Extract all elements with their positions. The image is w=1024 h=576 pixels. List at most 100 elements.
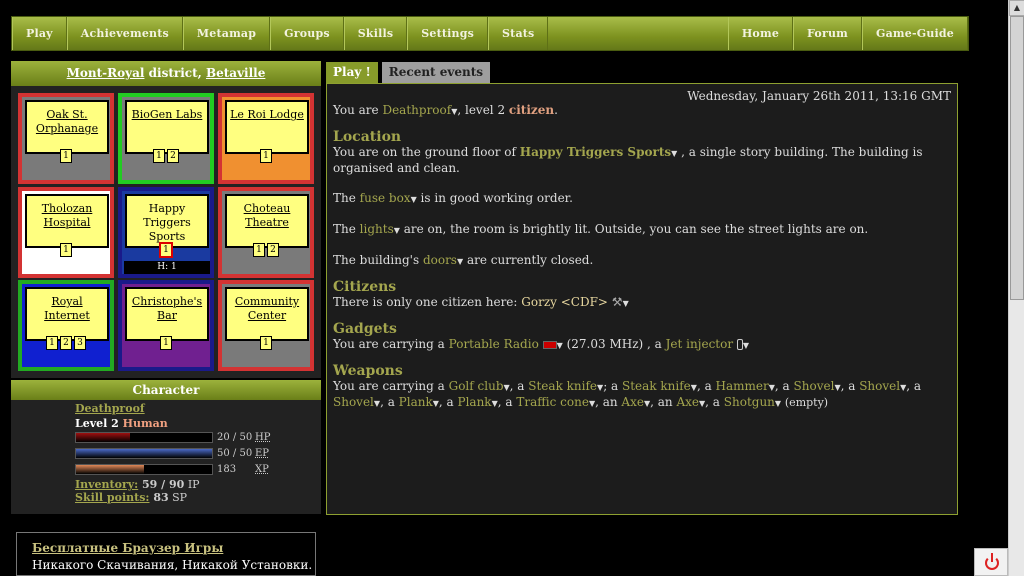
building-name[interactable]: Royal Internet: [25, 287, 109, 341]
separator: , a: [380, 395, 399, 409]
inventory-value: 59 / 90: [138, 478, 185, 491]
stat-label[interactable]: HP: [255, 432, 270, 443]
citizen-link[interactable]: Gorzy <CDF>: [521, 295, 608, 309]
location-text: You are on the ground floor of: [333, 145, 520, 159]
floor-number[interactable]: 1: [153, 149, 165, 163]
floor-number[interactable]: 1: [159, 242, 173, 258]
building-name[interactable]: Choteau Theatre: [225, 194, 309, 248]
building-name[interactable]: Community Center: [225, 287, 309, 341]
nav-settings[interactable]: Settings: [407, 17, 489, 50]
weapon-link[interactable]: Hammer: [716, 379, 769, 393]
floor-number[interactable]: 1: [60, 149, 72, 163]
floor-number[interactable]: 2: [60, 336, 72, 350]
weapon-link[interactable]: Axe: [621, 395, 644, 409]
floor-numbers: 1: [122, 334, 210, 350]
nav-skills[interactable]: Skills: [343, 17, 408, 50]
ad-title[interactable]: Бесплатные Браузер Игры: [32, 541, 315, 555]
floor-number[interactable]: 2: [267, 243, 279, 257]
location-line: You are on the ground floor of Happy Tri…: [333, 145, 951, 176]
nav-play[interactable]: Play: [12, 17, 67, 50]
injector-dropdown-icon[interactable]: ▼: [743, 341, 749, 350]
floor-numbers: 1: [222, 334, 310, 350]
stat-value: 183: [217, 464, 237, 475]
map-cell[interactable]: Community Center 1: [218, 280, 314, 371]
radio-link[interactable]: Portable Radio: [449, 337, 539, 351]
lights-line: The lights▼ are on, the room is brightly…: [333, 222, 951, 238]
doors-line: The building's doors▼ are currently clos…: [333, 253, 951, 269]
map-cell[interactable]: Royal Internet 1 2 3: [18, 280, 114, 371]
map-cell[interactable]: Christophe's Bar 1: [118, 280, 214, 371]
player-line: You are Deathproof▼, level 2 citizen.: [333, 103, 558, 117]
battery-icon: [542, 340, 557, 349]
building-name[interactable]: Tholozan Hospital: [25, 194, 109, 248]
nav-groups[interactable]: Groups: [270, 17, 344, 50]
weapon-link[interactable]: Shovel: [794, 379, 835, 393]
floor-number[interactable]: 1: [260, 336, 272, 350]
fusebox-link[interactable]: fuse box: [360, 191, 411, 205]
map-cell[interactable]: Le Roi Lodge 1: [218, 93, 314, 184]
city-link[interactable]: Betaville: [206, 66, 265, 80]
building-link[interactable]: Happy Triggers Sports: [520, 145, 671, 159]
nav-stats[interactable]: Stats: [488, 17, 549, 50]
citizens-text: There is only one citizen here:: [333, 295, 522, 309]
citizens-heading: Citizens: [333, 279, 397, 295]
weapon-link[interactable]: Plank: [399, 395, 433, 409]
stat-bars: 20 / 50 HP 50 / 50 EP 183 XP: [75, 430, 321, 478]
building-name[interactable]: Oak St. Orphanage: [25, 100, 109, 154]
map-cell[interactable]: Tholozan Hospital 1: [18, 187, 114, 278]
district-map: Oak St. Orphanage 1 BioGen Labs 1 2 Le Roi Lo…: [11, 86, 321, 378]
floor-number[interactable]: 1: [60, 243, 72, 257]
map-cell[interactable]: BioGen Labs 1 2: [118, 93, 214, 184]
floor-number[interactable]: 1: [253, 243, 265, 257]
lights-link[interactable]: lights: [360, 222, 394, 236]
weapon-link[interactable]: Shovel: [859, 379, 900, 393]
tab-play[interactable]: Play !: [326, 62, 378, 83]
nav-game-guide[interactable]: Game-Guide: [862, 17, 968, 50]
nav-forum[interactable]: Forum: [793, 17, 862, 50]
nav-home[interactable]: Home: [727, 17, 794, 50]
stat-value: 50 / 50: [217, 448, 253, 459]
power-button[interactable]: [974, 548, 1008, 576]
citizen-dropdown-icon[interactable]: ▼: [623, 299, 629, 308]
weapon-link[interactable]: Axe: [676, 395, 699, 409]
nav-metamap[interactable]: Metamap: [182, 17, 271, 50]
floor-numbers: 1: [22, 241, 110, 257]
map-cell[interactable]: Happy Triggers Sports 1 H: 1: [118, 187, 214, 278]
character-name[interactable]: Deathproof: [75, 402, 321, 415]
scroll-up-icon[interactable]: ▲: [1009, 0, 1024, 16]
weapon-link[interactable]: Plank: [458, 395, 492, 409]
stat-label[interactable]: EP: [255, 448, 269, 459]
scroll-thumb[interactable]: [1010, 16, 1024, 300]
floor-number[interactable]: 1: [46, 336, 58, 350]
building-name[interactable]: Christophe's Bar: [125, 287, 209, 341]
player-link[interactable]: Deathproof: [382, 103, 451, 117]
main-nav: Play Achievements Metamap Groups Skills …: [11, 16, 969, 51]
stat-label[interactable]: XP: [255, 464, 269, 475]
weapon-link[interactable]: Shovel: [333, 395, 374, 409]
floor-number[interactable]: 1: [160, 336, 172, 350]
building-name[interactable]: BioGen Labs: [125, 100, 209, 154]
inventory-link[interactable]: Inventory:: [75, 478, 138, 491]
floor-number[interactable]: 1: [260, 149, 272, 163]
weapon-link[interactable]: Steak knife: [528, 379, 597, 393]
floor-number[interactable]: 3: [74, 336, 86, 350]
weapon-link[interactable]: Steak knife: [622, 379, 691, 393]
building-name[interactable]: Le Roi Lodge: [225, 100, 309, 154]
page: Play Achievements Metamap Groups Skills …: [0, 0, 1008, 576]
floor-number[interactable]: 2: [167, 149, 179, 163]
skillpoints-link[interactable]: Skill points:: [75, 491, 149, 504]
rank-text: citizen: [508, 103, 555, 117]
weapon-link[interactable]: Traffic cone: [516, 395, 589, 409]
map-cell[interactable]: Oak St. Orphanage 1: [18, 93, 114, 184]
weapon-link[interactable]: Shotgun: [724, 395, 775, 409]
vertical-scrollbar[interactable]: ▲: [1008, 0, 1024, 576]
district-link[interactable]: Mont-Royal: [67, 66, 145, 80]
injector-link[interactable]: Jet injector: [666, 337, 733, 351]
separator: , a: [705, 395, 724, 409]
weapon-link[interactable]: Golf club: [449, 379, 504, 393]
map-cell[interactable]: Choteau Theatre 1 2: [218, 187, 314, 278]
tab-recent-events[interactable]: Recent events: [381, 62, 491, 83]
power-icon-stem: [991, 553, 993, 562]
doors-link[interactable]: doors: [423, 253, 457, 267]
nav-achievements[interactable]: Achievements: [66, 17, 183, 50]
